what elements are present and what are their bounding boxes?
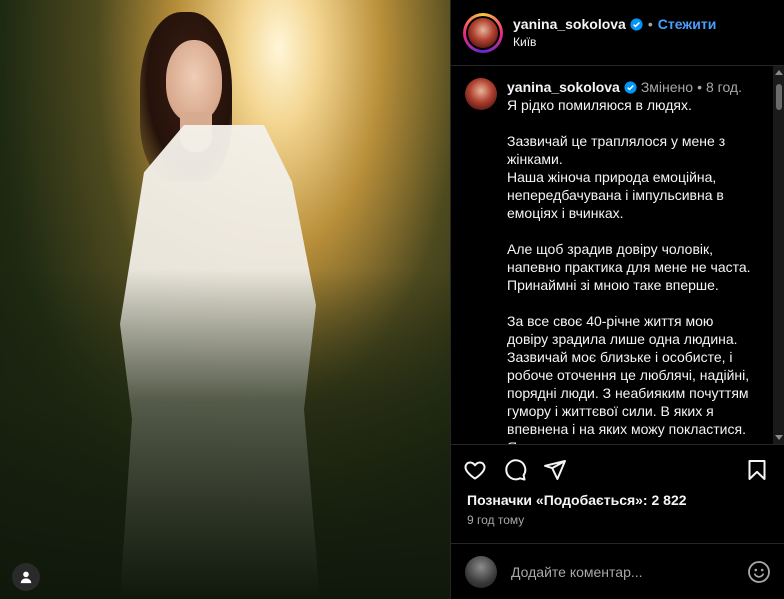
- caption-text: Я рідко помиляюся в людях. Зазвичай це т…: [507, 96, 757, 444]
- send-icon[interactable]: [543, 458, 567, 482]
- author-username[interactable]: yanina_sokolova: [513, 16, 626, 32]
- likes-count[interactable]: Позначки «Подобається»: 2 822: [467, 492, 687, 508]
- post-header: yanina_sokolova • Стежити Київ: [451, 0, 784, 66]
- tagged-user-button[interactable]: [12, 563, 40, 591]
- comment-bar: [451, 543, 784, 599]
- scroll-down-arrow[interactable]: [775, 435, 783, 440]
- post-time[interactable]: 9 год тому: [467, 513, 524, 527]
- emoji-icon[interactable]: [747, 560, 771, 584]
- action-bar: [451, 452, 784, 488]
- post-location[interactable]: Київ: [513, 35, 716, 49]
- edited-label: Змінено: [640, 79, 694, 95]
- verified-badge-icon: [624, 80, 637, 94]
- comment-input[interactable]: [509, 562, 747, 581]
- scrollbar-thumb[interactable]: [776, 84, 782, 110]
- user-icon: [20, 571, 32, 584]
- scrollbar[interactable]: [773, 66, 784, 444]
- caption-avatar[interactable]: [465, 78, 497, 110]
- caption-age: 8 год.: [705, 79, 742, 95]
- caption-paragraph: Я рідко помиляюся в людях.: [507, 97, 692, 113]
- verified-badge-icon: [630, 17, 643, 31]
- author-avatar[interactable]: [463, 12, 503, 53]
- separator-dot: •: [647, 16, 653, 32]
- post-photo[interactable]: [0, 0, 450, 599]
- caption-scroll-area[interactable]: yanina_sokolova Змінено • 8 год. Я рідко…: [451, 66, 784, 445]
- caption-paragraph: Зазвичай це траплялося у мене з жінками.…: [507, 133, 726, 221]
- photo-grass: [0, 269, 450, 599]
- post-panel: yanina_sokolova • Стежити Київ yanina_so…: [450, 0, 784, 599]
- caption-paragraph: Але щоб зрадив довіру чоловік, напевно п…: [507, 241, 751, 293]
- separator-dot: •: [697, 79, 702, 95]
- comment-icon[interactable]: [503, 458, 527, 482]
- scroll-up-arrow[interactable]: [775, 70, 783, 75]
- caption: yanina_sokolova Змінено • 8 год. Я рідко…: [451, 66, 784, 444]
- photo-face: [166, 40, 222, 122]
- heart-icon[interactable]: [463, 458, 487, 482]
- bookmark-icon[interactable]: [745, 458, 769, 482]
- current-user-avatar: [465, 555, 497, 588]
- follow-button[interactable]: Стежити: [658, 16, 717, 32]
- caption-paragraph: За все своє 40-річне життя мою довіру зр…: [507, 313, 750, 444]
- caption-username[interactable]: yanina_sokolova: [507, 78, 620, 96]
